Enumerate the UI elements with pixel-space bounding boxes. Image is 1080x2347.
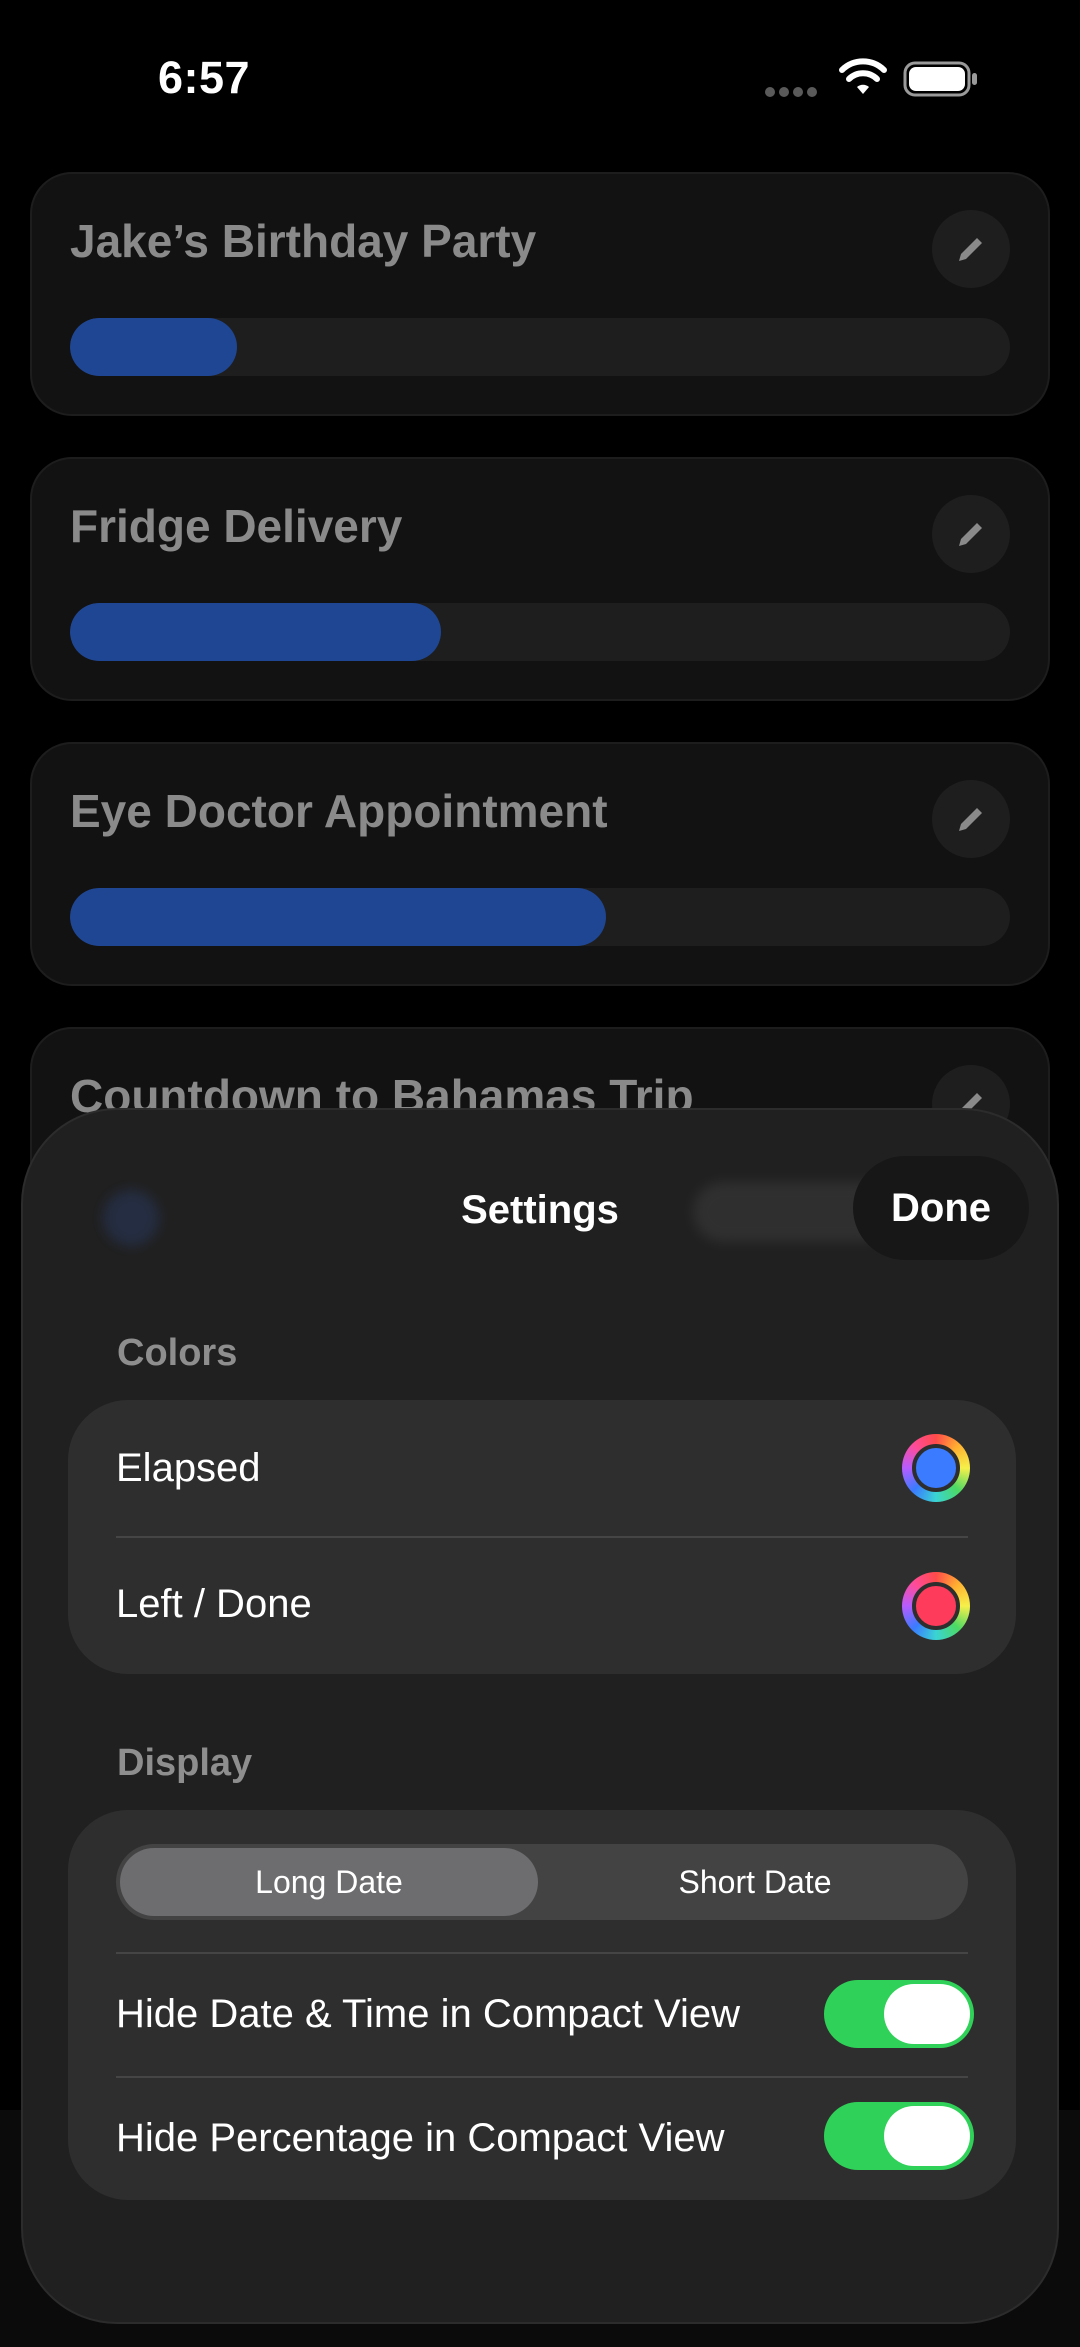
display-group: Long Date Short Date Hide Date & Time in…	[68, 1810, 1016, 2200]
hide-percentage-row: Hide Percentage in Compact View	[68, 2078, 1016, 2200]
toggle-knob	[884, 2106, 970, 2166]
segment-long-date[interactable]: Long Date	[120, 1848, 538, 1916]
colors-group: Elapsed Left / Done	[68, 1400, 1016, 1674]
hide-date-time-toggle[interactable]	[824, 1980, 974, 2048]
left-done-label: Left / Done	[116, 1582, 312, 1626]
pencil-icon	[959, 523, 982, 546]
date-format-segmented-control[interactable]: Long Date Short Date	[116, 1844, 968, 1920]
progress-fill	[70, 888, 606, 946]
screen: 6:57 Jake’s Birthday Party Fridge Delive…	[0, 0, 1080, 2347]
card-title: Fridge Delivery	[70, 500, 403, 552]
elapsed-label: Elapsed	[116, 1446, 261, 1490]
left-done-color-row[interactable]: Left / Done	[68, 1538, 1016, 1674]
toggle-knob	[884, 1984, 970, 2044]
settings-sheet: Settings Done Colors Elapsed Left / Done…	[21, 1108, 1059, 2324]
left-done-color-swatch	[912, 1582, 960, 1630]
progress-bar	[70, 318, 1010, 376]
countdown-card[interactable]: Fridge Delivery	[30, 457, 1050, 701]
progress-bar	[70, 603, 1010, 661]
card-title: Eye Doctor Appointment	[70, 785, 608, 837]
hide-date-time-label: Hide Date & Time in Compact View	[116, 1992, 740, 2036]
hide-percentage-label: Hide Percentage in Compact View	[116, 2116, 725, 2160]
pencil-icon	[959, 238, 982, 261]
colors-section-label: Colors	[117, 1332, 238, 1374]
hide-percentage-toggle[interactable]	[824, 2102, 974, 2170]
elapsed-color-swatch	[912, 1444, 960, 1492]
elapsed-color-picker[interactable]	[902, 1434, 970, 1502]
card-title: Jake’s Birthday Party	[70, 215, 537, 267]
battery-icon	[903, 61, 977, 97]
wifi-icon	[839, 58, 887, 94]
pencil-icon	[959, 808, 982, 831]
countdown-card[interactable]: Jake’s Birthday Party	[30, 172, 1050, 416]
hide-date-time-row: Hide Date & Time in Compact View	[68, 1954, 1016, 2076]
edit-button[interactable]	[932, 495, 1010, 573]
edit-button[interactable]	[932, 780, 1010, 858]
segment-short-date[interactable]: Short Date	[546, 1848, 964, 1916]
done-button[interactable]: Done	[853, 1156, 1029, 1260]
countdown-card[interactable]: Eye Doctor Appointment	[30, 742, 1050, 986]
progress-bar	[70, 888, 1010, 946]
sheet-header: Settings Done	[23, 1110, 1057, 1270]
status-bar: 6:57	[0, 0, 1080, 150]
status-time: 6:57	[158, 52, 251, 103]
display-section-label: Display	[117, 1742, 253, 1784]
progress-fill	[70, 318, 238, 376]
left-done-color-picker[interactable]	[902, 1572, 970, 1640]
progress-fill	[70, 603, 442, 661]
cellular-signal-icon	[765, 84, 821, 97]
elapsed-color-row[interactable]: Elapsed	[68, 1400, 1016, 1536]
edit-button[interactable]	[932, 210, 1010, 288]
